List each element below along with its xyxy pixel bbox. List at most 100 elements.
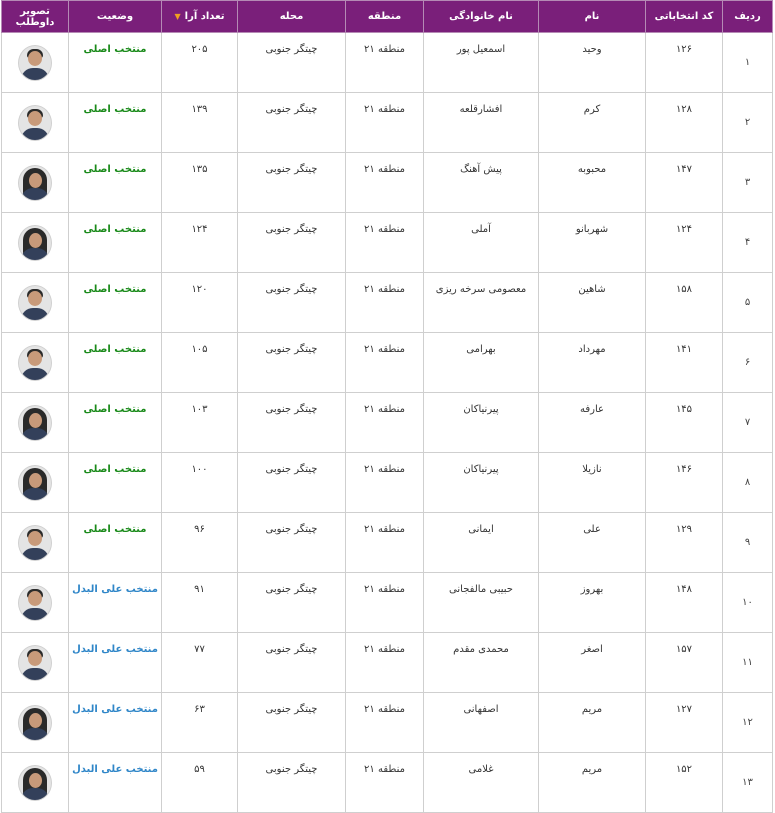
votes-cell: ۲۰۵ — [161, 32, 238, 93]
last-name-cell: محمدی مقدم — [423, 632, 539, 693]
last-name-cell: ایمانی — [423, 512, 539, 573]
first-name-cell: محبوبه — [538, 152, 646, 213]
last-name-cell: پیش آهنگ — [423, 152, 539, 213]
candidate-photo — [18, 284, 52, 321]
table-row: ۴ ۱۲۴ شهربانو آملی منطقه ۲۱ چیتگر جنوبی ۱۲۴ منت… — [1, 212, 773, 273]
avatar-head — [28, 50, 42, 66]
candidate-photo — [18, 644, 52, 681]
region-cell: منطقه ۲۱ — [345, 92, 424, 153]
district-cell: چیتگر جنوبی — [237, 212, 346, 273]
candidate-photo-cell — [1, 392, 69, 453]
candidate-photo-cell — [1, 332, 69, 393]
candidate-photo-cell — [1, 572, 69, 633]
table-row: ۱۳ ۱۵۲ مریم غلامی منطقه ۲۱ چیتگر جنوبی ۵۹ منتخب… — [1, 752, 773, 813]
avatar-head — [28, 530, 42, 546]
status-cell: منتخب اصلی — [68, 332, 162, 393]
candidate-photo — [18, 524, 52, 561]
first-name-cell: نازیلا — [538, 452, 646, 513]
votes-cell: ۱۰۰ — [161, 452, 238, 513]
election-code-cell: ۱۴۷ — [645, 152, 723, 213]
avatar-body — [21, 307, 49, 320]
candidate-photo-cell — [1, 272, 69, 333]
election-code-cell: ۱۴۵ — [645, 392, 723, 453]
votes-cell: ۶۳ — [161, 692, 238, 753]
header-row-number[interactable]: ردیف — [722, 0, 773, 33]
district-cell: چیتگر جنوبی — [237, 692, 346, 753]
first-name-cell: کرم — [538, 92, 646, 153]
status-cell: منتخب اصلی — [68, 512, 162, 573]
district-cell: چیتگر جنوبی — [237, 32, 346, 93]
candidate-photo — [18, 344, 52, 381]
row-number-cell: ۹ — [722, 512, 773, 573]
status-cell: منتخب اصلی — [68, 152, 162, 213]
avatar-head — [28, 350, 42, 366]
first-name-cell: بهروز — [538, 572, 646, 633]
last-name-cell: بهرامی — [423, 332, 539, 393]
first-name-cell: اصغر — [538, 632, 646, 693]
header-election-code[interactable]: کد انتخاباتی — [645, 0, 723, 33]
first-name-cell: علی — [538, 512, 646, 573]
avatar-body — [21, 547, 49, 560]
table-row: ۱۱ ۱۵۷ اصغر محمدی مقدم منطقه ۲۱ چیتگر جنوبی ۷۷… — [1, 632, 773, 693]
header-photo[interactable]: تصویر داوطلب — [1, 0, 69, 33]
candidate-photo — [18, 764, 52, 801]
candidate-photo — [18, 704, 52, 741]
row-number-cell: ۱۲ — [722, 692, 773, 753]
table-row: ۸ ۱۴۶ نازیلا پیرنیاکان منطقه ۲۱ چیتگر جنوبی ۱۰… — [1, 452, 773, 513]
avatar-head — [28, 110, 42, 126]
status-cell: منتخب اصلی — [68, 272, 162, 333]
region-cell: منطقه ۲۱ — [345, 572, 424, 633]
district-cell: چیتگر جنوبی — [237, 512, 346, 573]
status-cell: منتخب اصلی — [68, 92, 162, 153]
header-last-name[interactable]: نام خانوادگی — [423, 0, 539, 33]
votes-cell: ۱۳۹ — [161, 92, 238, 153]
candidate-photo-cell — [1, 212, 69, 273]
votes-cell: ۱۰۵ — [161, 332, 238, 393]
election-code-cell: ۱۲۸ — [645, 92, 723, 153]
header-district[interactable]: محله — [237, 0, 346, 33]
avatar-body — [21, 67, 49, 80]
region-cell: منطقه ۲۱ — [345, 692, 424, 753]
candidate-photo — [18, 164, 52, 201]
status-cell: منتخب علی البدل — [68, 632, 162, 693]
table-row: ۳ ۱۴۷ محبوبه پیش آهنگ منطقه ۲۱ چیتگر جنوبی ۱۳۵… — [1, 152, 773, 213]
candidate-photo — [18, 224, 52, 261]
first-name-cell: مریم — [538, 692, 646, 753]
avatar-head — [28, 650, 42, 666]
table-row: ۶ ۱۴۱ مهرداد بهرامی منطقه ۲۱ چیتگر جنوبی ۱۰۵ من… — [1, 332, 773, 393]
votes-cell: ۵۹ — [161, 752, 238, 813]
election-code-cell: ۱۴۶ — [645, 452, 723, 513]
votes-cell: ۱۳۵ — [161, 152, 238, 213]
header-status[interactable]: وضعیت — [68, 0, 162, 33]
row-number-cell: ۳ — [722, 152, 773, 213]
row-number-cell: ۱۱ — [722, 632, 773, 693]
last-name-cell: پیرنیاکان — [423, 452, 539, 513]
election-code-cell: ۱۴۱ — [645, 332, 723, 393]
status-cell: منتخب اصلی — [68, 452, 162, 513]
row-number-cell: ۱۰ — [722, 572, 773, 633]
votes-cell: ۹۶ — [161, 512, 238, 573]
row-number-cell: ۴ — [722, 212, 773, 273]
district-cell: چیتگر جنوبی — [237, 572, 346, 633]
first-name-cell: شهربانو — [538, 212, 646, 273]
header-region[interactable]: منطقه — [345, 0, 424, 33]
header-first-name[interactable]: نام — [538, 0, 646, 33]
candidate-photo-cell — [1, 152, 69, 213]
first-name-cell: عارفه — [538, 392, 646, 453]
table-row: ۷ ۱۴۵ عارفه پیرنیاکان منطقه ۲۱ چیتگر جنوبی ۱۰۳… — [1, 392, 773, 453]
candidate-photo — [18, 104, 52, 141]
votes-cell: ۱۰۳ — [161, 392, 238, 453]
table-row: ۹ ۱۲۹ علی ایمانی منطقه ۲۱ چیتگر جنوبی ۹۶ منتخب … — [1, 512, 773, 573]
status-cell: منتخب اصلی — [68, 392, 162, 453]
last-name-cell: اسمعیل پور — [423, 32, 539, 93]
district-cell: چیتگر جنوبی — [237, 752, 346, 813]
election-code-cell: ۱۲۶ — [645, 32, 723, 93]
region-cell: منطقه ۲۱ — [345, 212, 424, 273]
table-row: ۱۰ ۱۴۸ بهروز حبیبی مالفجانی منطقه ۲۱ چیتگر جن… — [1, 572, 773, 633]
results-table-container: ردیف کد انتخاباتی نام نام خانوادگی منطقه… — [1, 0, 773, 813]
header-votes[interactable]: تعداد آرا▼ — [161, 0, 238, 33]
header-votes-label: تعداد آرا — [184, 11, 225, 22]
region-cell: منطقه ۲۱ — [345, 272, 424, 333]
avatar-body — [21, 607, 49, 620]
results-table: ردیف کد انتخاباتی نام نام خانوادگی منطقه… — [1, 0, 773, 813]
